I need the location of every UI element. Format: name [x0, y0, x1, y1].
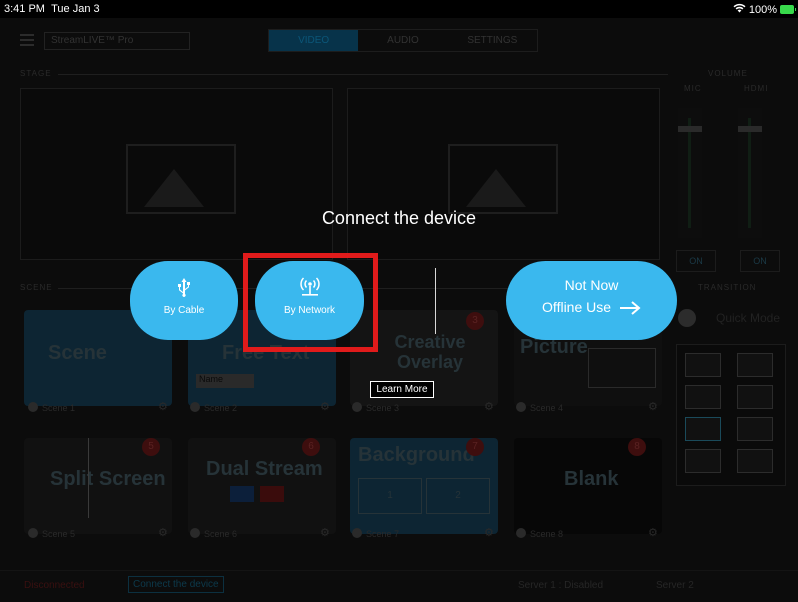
selection-highlight: [243, 253, 378, 352]
server1-status: Server 1 : Disabled: [518, 580, 604, 591]
gear-icon[interactable]: ⚙: [648, 400, 658, 413]
transition-pattern-icon[interactable]: [737, 449, 773, 473]
gear-icon[interactable]: ⚙: [648, 526, 658, 539]
connect-device-button[interactable]: Connect the device: [128, 576, 224, 593]
gear-icon[interactable]: ⚙: [484, 400, 494, 413]
battery-percent: 100%: [748, 3, 777, 16]
image-placeholder-icon: [126, 144, 236, 214]
by-cable-button[interactable]: By Cable: [130, 261, 238, 340]
gear-icon[interactable]: ⚙: [158, 400, 168, 413]
battery-charging-icon: [780, 5, 796, 14]
quick-mode-label: Quick Mode: [716, 311, 781, 325]
status-bar: 3:41 PM Tue Jan 3 100%: [0, 0, 798, 18]
scene-badge-6: 6: [302, 438, 320, 456]
dialog-title: Connect the device: [321, 208, 477, 228]
connection-status: Disconnected: [24, 580, 85, 591]
facebook-icon: [230, 486, 254, 502]
scene-badge-3: 3: [466, 312, 484, 330]
dialog-divider: [435, 268, 436, 334]
scene-badge-8: 8: [628, 438, 646, 456]
scene-badge-5: 5: [142, 438, 160, 456]
stage-program: [347, 88, 660, 260]
image-placeholder-icon: [448, 144, 558, 214]
stage-preview: [20, 88, 333, 260]
status-time: 3:41 PM: [4, 3, 45, 15]
transition-mosaic-icon[interactable]: [685, 449, 721, 473]
by-cable-label: By Cable: [163, 305, 205, 316]
tab-settings[interactable]: SETTINGS: [448, 30, 537, 51]
not-now-label: Not Now: [564, 277, 619, 293]
volume-label: VOLUME: [708, 69, 748, 78]
profile-select[interactable]: StreamLIVE™ Pro: [44, 32, 190, 50]
youtube-icon: [260, 486, 284, 502]
gear-icon[interactable]: ⚙: [158, 526, 168, 539]
quick-mode-toggle[interactable]: [678, 309, 696, 327]
not-now-button[interactable]: Not Now Offline Use: [506, 261, 677, 340]
fader-knob[interactable]: [738, 126, 762, 132]
transition-panel: [676, 344, 786, 486]
scene-badge-7: 7: [466, 438, 484, 456]
learn-more-button[interactable]: Learn More: [370, 381, 434, 398]
stage-label: STAGE: [20, 69, 52, 78]
server2-status: Server 2: [656, 580, 694, 591]
transition-cut-icon[interactable]: [685, 417, 721, 441]
hdmi-on-button[interactable]: ON: [740, 250, 780, 272]
transition-dissolve-icon[interactable]: [685, 385, 721, 409]
fader-knob[interactable]: [678, 126, 702, 132]
arrow-right-icon: [619, 301, 641, 318]
transition-heart-icon[interactable]: [737, 417, 773, 441]
app-background: StreamLIVE™ Pro VIDEO AUDIO SETTINGS STA…: [0, 18, 798, 602]
transition-circle-icon[interactable]: [737, 385, 773, 409]
gear-icon[interactable]: ⚙: [320, 526, 330, 539]
gear-icon[interactable]: ⚙: [484, 526, 494, 539]
mic-label: MIC: [684, 84, 702, 93]
menu-icon[interactable]: [20, 34, 34, 46]
mode-tabs: VIDEO AUDIO SETTINGS: [268, 29, 538, 52]
transition-fade-icon[interactable]: [685, 353, 721, 377]
transition-wipe-icon[interactable]: [737, 353, 773, 377]
usb-icon: [130, 277, 238, 301]
wifi-icon: [733, 3, 746, 16]
transition-label: TRANSITION: [698, 283, 757, 292]
offline-use-label: Offline Use: [542, 299, 612, 315]
scene-label: SCENE: [20, 283, 53, 292]
tab-video[interactable]: VIDEO: [269, 30, 359, 51]
mic-on-button[interactable]: ON: [676, 250, 716, 272]
bottom-status-bar: Disconnected Connect the device Server 1…: [0, 570, 798, 598]
status-date: Tue Jan 3: [51, 3, 100, 15]
tab-audio[interactable]: AUDIO: [358, 30, 447, 51]
gear-icon[interactable]: ⚙: [320, 400, 330, 413]
hdmi-label: HDMI: [744, 84, 769, 93]
